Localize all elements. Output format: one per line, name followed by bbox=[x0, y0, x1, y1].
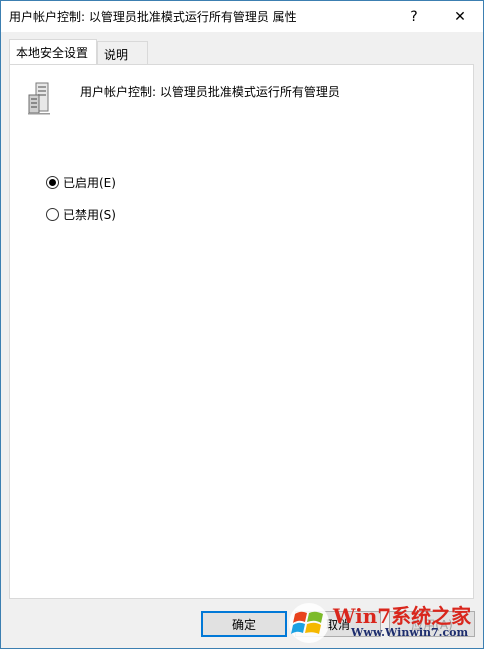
help-icon: ? bbox=[410, 8, 418, 25]
server-policy-icon bbox=[28, 82, 50, 115]
windows-logo-icon bbox=[289, 603, 329, 643]
close-icon: ✕ bbox=[454, 8, 466, 25]
close-button[interactable]: ✕ bbox=[437, 1, 483, 32]
tab-local-security-setting[interactable]: 本地安全设置 bbox=[9, 39, 97, 64]
watermark-url: Www.Winwin7.com bbox=[351, 626, 469, 639]
radio-disabled-label[interactable]: 已禁用(S) bbox=[63, 206, 116, 223]
radio-enabled-indicator[interactable] bbox=[46, 176, 59, 189]
ok-button-label: 确定 bbox=[231, 617, 256, 632]
radio-disabled[interactable]: 已禁用(S) bbox=[46, 206, 116, 223]
radio-disabled-indicator[interactable] bbox=[46, 208, 59, 221]
policy-title: 用户帐户控制: 以管理员批准模式运行所有管理员 bbox=[80, 85, 340, 99]
help-button[interactable]: ? bbox=[391, 1, 437, 32]
tab-panel: 用户帐户控制: 以管理员批准模式运行所有管理员 已启用(E) 已禁用(S) bbox=[9, 64, 474, 599]
tab-explain[interactable]: 说明 bbox=[97, 41, 148, 64]
properties-dialog: 用户帐户控制: 以管理员批准模式运行所有管理员 属性 ? ✕ 本地安全设置 说明… bbox=[0, 0, 484, 649]
window-title: 用户帐户控制: 以管理员批准模式运行所有管理员 属性 bbox=[9, 10, 297, 24]
tab-label: 本地安全设置 bbox=[16, 46, 89, 60]
radio-enabled-label[interactable]: 已启用(E) bbox=[63, 174, 116, 191]
tab-label: 说明 bbox=[104, 48, 129, 62]
watermark: Win7系统之家 Www.Winwin7.com bbox=[285, 596, 484, 649]
radio-enabled[interactable]: 已启用(E) bbox=[46, 174, 116, 191]
title-bar[interactable]: 用户帐户控制: 以管理员批准模式运行所有管理员 属性 ? ✕ bbox=[1, 1, 483, 32]
watermark-brand: Win7系统之家 bbox=[333, 604, 472, 628]
ok-button[interactable]: 确定 bbox=[201, 611, 287, 637]
